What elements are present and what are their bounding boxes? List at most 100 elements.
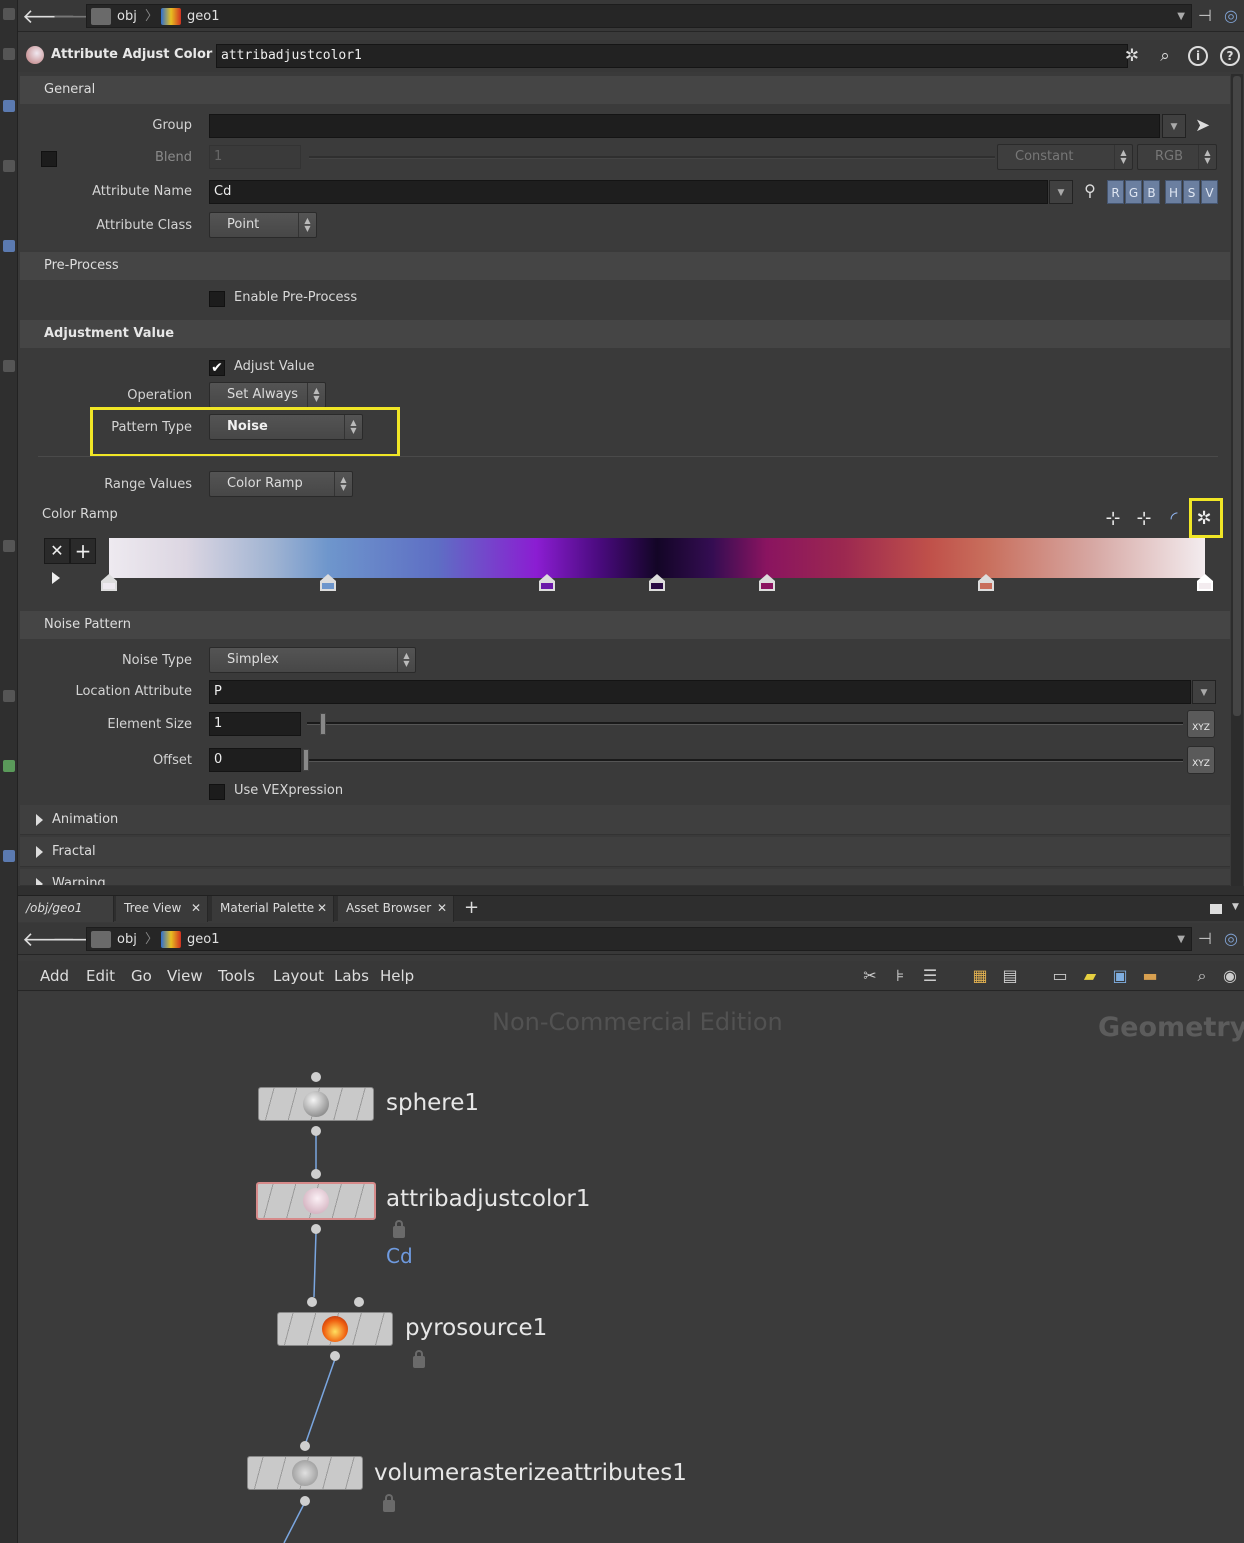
node-volumerasterizeattributes1[interactable] — [247, 1456, 363, 1490]
use-vexpression-checkbox[interactable] — [209, 784, 225, 800]
ramp-curve-icon[interactable]: ◜ — [1163, 508, 1185, 530]
color-ramp-bar[interactable] — [109, 538, 1205, 578]
component-r-button[interactable]: R — [1107, 180, 1124, 204]
blend-mode-menu[interactable]: Constant ▲ ▼ — [997, 144, 1133, 170]
node-input-port[interactable] — [311, 1169, 321, 1179]
element-size-field[interactable]: 1 — [209, 712, 301, 736]
crumb-obj[interactable]: obj — [117, 8, 137, 26]
link-icon[interactable]: ◎ — [1220, 6, 1242, 26]
menu-add[interactable]: Add — [40, 967, 69, 985]
offset-xyz-button[interactable]: XYZ — [1187, 746, 1215, 774]
offset-slider[interactable] — [307, 759, 1183, 762]
help-icon[interactable]: ? — [1220, 46, 1240, 66]
group-dropdown-icon[interactable]: ▼ — [1162, 114, 1186, 138]
ramp-key-marker[interactable] — [1197, 574, 1213, 592]
ramp-add-key-icon[interactable]: ⊹ — [1102, 508, 1124, 530]
ramp-add-key-button-icon[interactable]: + — [70, 538, 96, 564]
menu-view[interactable]: View — [167, 967, 203, 985]
strip-icon[interactable] — [3, 48, 15, 60]
element-size-xyz-button[interactable]: XYZ — [1187, 710, 1215, 738]
tab-asset-browser[interactable]: Asset Browser ✕ — [338, 896, 454, 922]
strip-icon[interactable] — [3, 360, 15, 372]
back-arrow-icon[interactable]: 🡐 — [22, 929, 76, 949]
forward-arrow-icon[interactable]: 🡒 — [52, 6, 106, 26]
tree-layout-icon[interactable]: ⊧ — [890, 966, 910, 986]
node-output-port[interactable] — [300, 1496, 310, 1506]
link-icon[interactable]: ◎ — [1220, 929, 1242, 949]
back-arrow-icon[interactable]: 🡐 — [22, 6, 76, 26]
menu-tools[interactable]: Tools — [218, 967, 255, 985]
folder-animation[interactable]: Animation — [20, 805, 1230, 835]
node-input-port[interactable] — [300, 1441, 310, 1451]
tab-network[interactable]: /obj/geo1✕ — [18, 896, 127, 922]
search-icon[interactable]: ⌕ — [1192, 966, 1212, 986]
ramp-split-key-icon[interactable]: ⊹ — [1133, 508, 1155, 530]
tab-material-palette[interactable]: Material Palette ✕ — [212, 896, 334, 922]
component-g-button[interactable]: G — [1125, 180, 1142, 204]
lock-icon[interactable] — [413, 1350, 425, 1368]
eye-icon[interactable]: ◉ — [1220, 966, 1240, 986]
attribute-name-field[interactable]: Cd — [209, 180, 1048, 204]
tab-tree-view[interactable]: Tree View ✕ — [116, 896, 208, 922]
menu-edit[interactable]: Edit — [86, 967, 115, 985]
node-sphere1[interactable] — [258, 1087, 374, 1121]
search-icon[interactable]: ⌕ — [1154, 45, 1176, 67]
ramp-expand-icon[interactable] — [52, 572, 60, 584]
group-field[interactable] — [209, 114, 1160, 138]
blend-slider[interactable] — [309, 156, 995, 159]
close-icon[interactable]: ✕ — [437, 901, 447, 915]
ramp-key-marker[interactable] — [759, 574, 775, 592]
pin-icon[interactable]: ⊣ — [1194, 6, 1216, 26]
component-b-button[interactable]: B — [1143, 180, 1160, 204]
scrollbar-thumb[interactable] — [1233, 76, 1241, 716]
component-s-button[interactable]: S — [1183, 180, 1200, 204]
asset-box-icon[interactable]: ▬ — [1140, 966, 1160, 986]
node-output-port[interactable] — [330, 1351, 340, 1361]
enable-preprocess-checkbox[interactable] — [209, 291, 225, 307]
grid-icon[interactable]: ▤ — [1000, 966, 1020, 986]
gear-icon[interactable]: ✲ — [1121, 45, 1143, 67]
attribute-class-menu[interactable]: Point ▲ ▼ — [209, 212, 317, 238]
element-size-slider-handle[interactable] — [320, 713, 326, 735]
offset-field[interactable]: 0 — [209, 748, 301, 772]
folder-warping[interactable]: Warping — [20, 869, 1230, 886]
node-output-port[interactable] — [311, 1126, 321, 1136]
ramp-key-marker[interactable] — [539, 574, 555, 592]
grid-color-icon[interactable]: ▦ — [970, 966, 990, 986]
attribute-dropdown-icon[interactable]: ▼ — [1049, 180, 1073, 204]
blend-space-menu[interactable]: RGB ▲ ▼ — [1137, 144, 1217, 170]
path-dropdown-icon[interactable]: ▼ — [1177, 934, 1185, 945]
node-input-port[interactable] — [307, 1297, 317, 1307]
menu-labs[interactable]: Labs — [334, 967, 369, 985]
node-input-port[interactable] — [354, 1297, 364, 1307]
noise-type-menu[interactable]: Simplex ▲ ▼ — [209, 647, 416, 673]
add-tab-icon[interactable]: + — [464, 897, 479, 918]
pane-menu-icon[interactable]: ▼ — [1232, 902, 1239, 912]
network-box-icon[interactable]: ▭ — [1050, 966, 1070, 986]
section-adjustment-value[interactable]: Adjustment Value — [20, 320, 1230, 348]
ramp-key-marker[interactable] — [649, 574, 665, 592]
node-input-port[interactable] — [311, 1072, 321, 1082]
strip-icon[interactable] — [3, 850, 15, 862]
strip-icon[interactable] — [3, 240, 15, 252]
blend-field[interactable]: 1 — [209, 145, 301, 169]
operation-menu[interactable]: Set Always ▲ ▼ — [209, 382, 326, 408]
background-image-icon[interactable]: ▣ — [1110, 966, 1130, 986]
range-values-menu[interactable]: Color Ramp ▲ ▼ — [209, 471, 353, 497]
strip-icon[interactable] — [3, 8, 15, 20]
ramp-key-marker[interactable] — [320, 574, 336, 592]
crumb-geo[interactable]: geo1 — [187, 931, 219, 949]
list-icon[interactable]: ☰ — [920, 966, 940, 986]
ramp-remove-key-icon[interactable]: ✕ — [44, 538, 70, 564]
pin-icon[interactable]: ⊣ — [1194, 929, 1216, 949]
component-v-button[interactable]: V — [1201, 180, 1218, 204]
location-attribute-field[interactable]: P — [209, 680, 1191, 704]
node-name-field[interactable]: attribadjustcolor1 — [216, 44, 1128, 68]
offset-slider-handle[interactable] — [303, 749, 309, 771]
adjust-value-checkbox[interactable]: ✔ — [209, 360, 225, 376]
forward-arrow-icon[interactable]: 🡒 — [52, 929, 106, 949]
folder-fractal[interactable]: Fractal — [20, 837, 1230, 867]
info-icon[interactable]: i — [1188, 46, 1208, 66]
strip-icon[interactable] — [3, 100, 15, 112]
element-size-slider[interactable] — [307, 722, 1183, 725]
